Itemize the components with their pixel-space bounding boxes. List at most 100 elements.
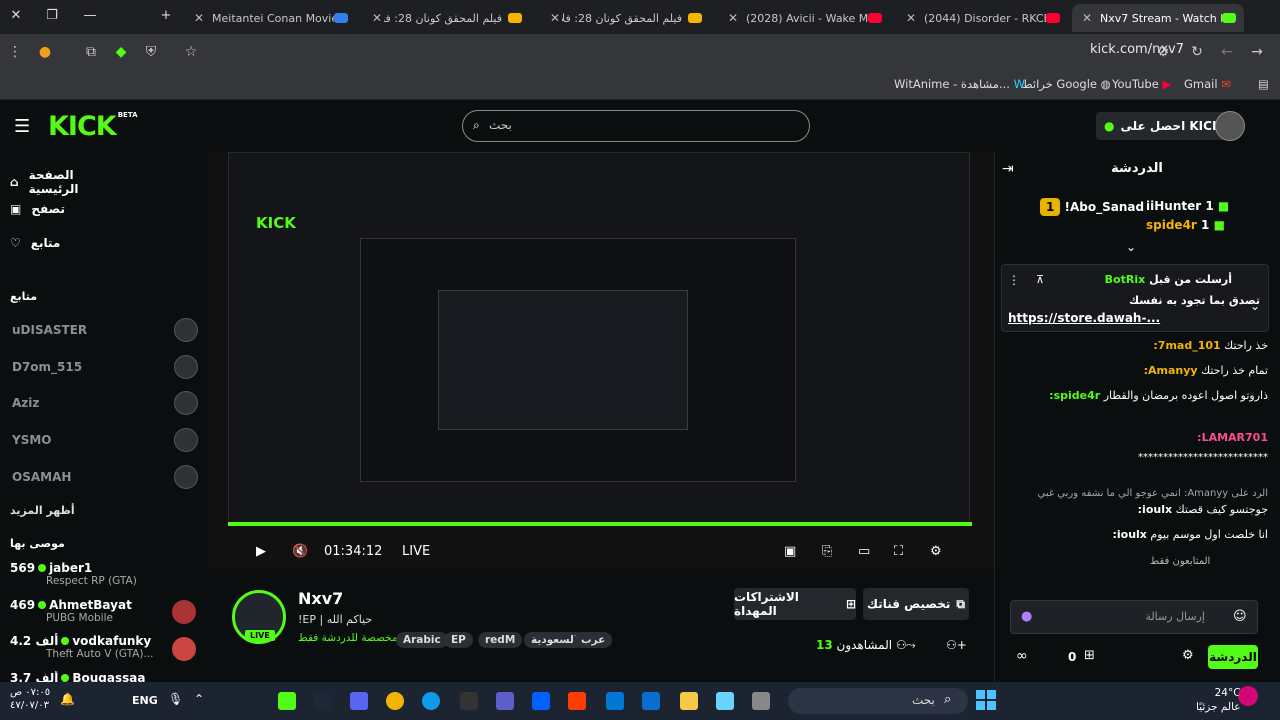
outlook-icon[interactable] <box>606 692 624 710</box>
gift-icon[interactable]: ⊞ <box>1084 648 1095 663</box>
dropbox-icon[interactable] <box>532 692 550 710</box>
chrome-icon[interactable] <box>386 692 404 710</box>
emoji-icon[interactable]: ☺ <box>1233 609 1247 624</box>
bookmark-witanime[interactable]: WitAnime - مشاهدة... W <box>894 77 1025 91</box>
weather-widget[interactable]: 24°C عالم جزئيًا <box>1196 686 1241 714</box>
file-explorer-icon[interactable] <box>680 692 698 710</box>
expand-leaderboard-icon[interactable]: ⌄ <box>1126 240 1136 254</box>
tag-redm[interactable]: redM <box>478 632 523 648</box>
close-window-icon[interactable]: ✕ <box>6 8 26 23</box>
customize-channel-button[interactable]: تخصيص قناتك ⧉ <box>863 588 969 620</box>
new-tab-icon[interactable]: + <box>156 8 176 23</box>
close-icon[interactable]: ✕ <box>548 11 562 25</box>
forward-icon[interactable]: ← <box>1218 44 1236 60</box>
windows-start-icon[interactable] <box>976 690 996 710</box>
following-item[interactable]: Aziz <box>12 390 198 416</box>
tab-conan-ar-1[interactable]: ✕ فيلم المحقق كونان 28: فلاش <box>362 4 530 32</box>
tab-nxv7-stream[interactable]: ✕ Nxv7 Stream - Watch Live <box>1072 4 1244 32</box>
user-avatar[interactable] <box>1215 111 1245 141</box>
shield-icon[interactable]: ⛨ <box>142 44 160 60</box>
menu-dots-icon[interactable]: ⋮ <box>6 44 24 60</box>
edge-icon[interactable] <box>422 692 440 710</box>
search-input[interactable]: ⌕ بحث <box>462 110 810 142</box>
store-icon[interactable] <box>642 692 660 710</box>
top-gifter-3[interactable]: spide4r 1 ■ <box>1146 218 1225 232</box>
close-icon[interactable]: ✕ <box>1080 11 1094 25</box>
chat-settings-icon[interactable]: ⚙ <box>1182 648 1194 663</box>
miniplayer-icon[interactable]: ▭ <box>858 544 870 559</box>
theater-mode-icon[interactable]: ▣ <box>784 544 796 559</box>
extension-badge-icon[interactable]: ◆ <box>112 44 130 60</box>
infinity-icon[interactable]: ∞ <box>1016 648 1028 664</box>
stream-category[interactable]: مخصصة للدردشة فقط <box>298 632 398 644</box>
discord-icon[interactable] <box>350 692 368 710</box>
microphone-icon[interactable]: 🎙 <box>168 692 183 706</box>
back-icon[interactable]: → <box>1248 44 1266 60</box>
tag-ep[interactable]: EP <box>444 632 473 648</box>
site-settings-icon[interactable]: ⚙ <box>1154 44 1172 60</box>
follow-user-icon[interactable]: ⚇+ <box>946 638 967 652</box>
minimize-window-icon[interactable]: — <box>80 8 100 23</box>
clock[interactable]: ٠٧:٠٥ ص ٤٧/٠٧/٠٣ <box>10 686 50 712</box>
copilot-icon[interactable] <box>716 692 734 710</box>
settings-gear-icon[interactable]: ⚙ <box>930 544 942 559</box>
following-item[interactable]: uDISASTER <box>12 317 198 343</box>
close-icon[interactable]: ✕ <box>192 11 206 25</box>
chat-send-button[interactable]: الدردشة <box>1208 645 1258 669</box>
following-item[interactable]: OSAMAH <box>12 464 198 490</box>
following-item[interactable]: YSMO <box>12 427 198 453</box>
share-icon[interactable]: ⤳ <box>906 638 916 653</box>
chat-input[interactable]: إرسال رسالة ☺ ● <box>1010 600 1258 634</box>
close-icon[interactable]: ✕ <box>904 11 918 25</box>
tab-avicii[interactable]: ✕ (2028) Avicii - Wake Me Up <box>718 4 890 32</box>
extension-icon[interactable]: ● <box>36 44 54 60</box>
show-more-link[interactable]: أظهر المزيد <box>10 504 75 517</box>
nav-home[interactable]: ⌂ الصفحة الرئيسية <box>10 168 120 196</box>
recommended-item[interactable]: 569 jaber1 Respect RP (GTA) <box>10 561 200 587</box>
clip-icon[interactable]: ⎘ <box>822 544 832 559</box>
kick-app-icon[interactable] <box>278 692 296 710</box>
restore-window-icon[interactable]: ❐ <box>42 8 62 23</box>
extensions-icon[interactable]: ⧉ <box>82 44 100 60</box>
channel-name[interactable]: Nxv7 <box>298 589 343 608</box>
taskbar-search[interactable]: بحث ⌕ <box>788 688 968 714</box>
all-bookmarks-icon[interactable]: ▤ <box>1258 77 1269 91</box>
close-icon[interactable]: ✕ <box>726 11 740 25</box>
steam-icon[interactable] <box>314 692 332 710</box>
notification-bell-icon[interactable]: 🔔 <box>60 692 75 706</box>
bookmark-gmail[interactable]: Gmail ✉ <box>1184 77 1231 91</box>
reload-icon[interactable]: ↻ <box>1188 44 1206 60</box>
epic-games-icon[interactable] <box>460 692 478 710</box>
mute-icon[interactable]: 🔇 <box>292 544 308 559</box>
chevron-up-icon[interactable]: ⌃ <box>194 692 204 706</box>
chevron-down-icon[interactable]: ⌄ <box>1250 299 1260 313</box>
app-icon[interactable] <box>568 692 586 710</box>
progress-bar[interactable] <box>228 522 972 526</box>
fullscreen-icon[interactable]: ⛶ <box>894 544 903 559</box>
microphone-icon[interactable]: ● <box>1021 609 1032 624</box>
top-gifter-1[interactable]: 1 !Abo_Sanad <box>1040 198 1144 216</box>
nav-browse[interactable]: ▣ تصفح <box>10 202 120 216</box>
more-options-icon[interactable]: ⋮ <box>1008 273 1020 287</box>
gifted-subs-button[interactable]: الاشتراكات المهداة ⊞ <box>734 588 856 620</box>
tag-arab[interactable]: عرب <box>574 632 613 648</box>
collapse-chat-icon[interactable]: ⇥ <box>1002 161 1014 177</box>
recommended-item[interactable]: 3.7 ألف Bougassaa <box>10 671 200 682</box>
close-icon[interactable]: ✕ <box>370 11 384 25</box>
app-icon[interactable] <box>496 692 514 710</box>
top-gifter-2[interactable]: iiHunter 1 ■ <box>1146 199 1229 213</box>
bookmark-maps[interactable]: خرائط Google ◍ <box>1022 77 1111 91</box>
nav-following[interactable]: ♡ متابع <box>10 236 120 250</box>
tag-arabic[interactable]: Arabic <box>396 632 448 648</box>
hamburger-menu-icon[interactable]: ☰ <box>14 116 30 137</box>
language-indicator[interactable]: ENG <box>132 694 158 707</box>
kick-logo[interactable]: KICK BETA <box>48 111 138 142</box>
bookmark-youtube[interactable]: YouTube ▶ <box>1112 77 1171 91</box>
tab-conan-movie[interactable]: ✕ Meitantei Conan Movie 28 <box>184 4 356 32</box>
tab-conan-ar-2[interactable]: ✕ فيلم المحقق كونان 28: فلاش <box>540 4 710 32</box>
bookmark-star-icon[interactable]: ☆ <box>182 44 200 60</box>
pin-icon[interactable]: ⊼ <box>1036 273 1044 286</box>
tab-disorder[interactable]: ✕ (2044) Disorder - RKCB (Of <box>896 4 1068 32</box>
taskview-icon[interactable] <box>752 692 770 710</box>
play-icon[interactable]: ▶ <box>256 544 266 559</box>
